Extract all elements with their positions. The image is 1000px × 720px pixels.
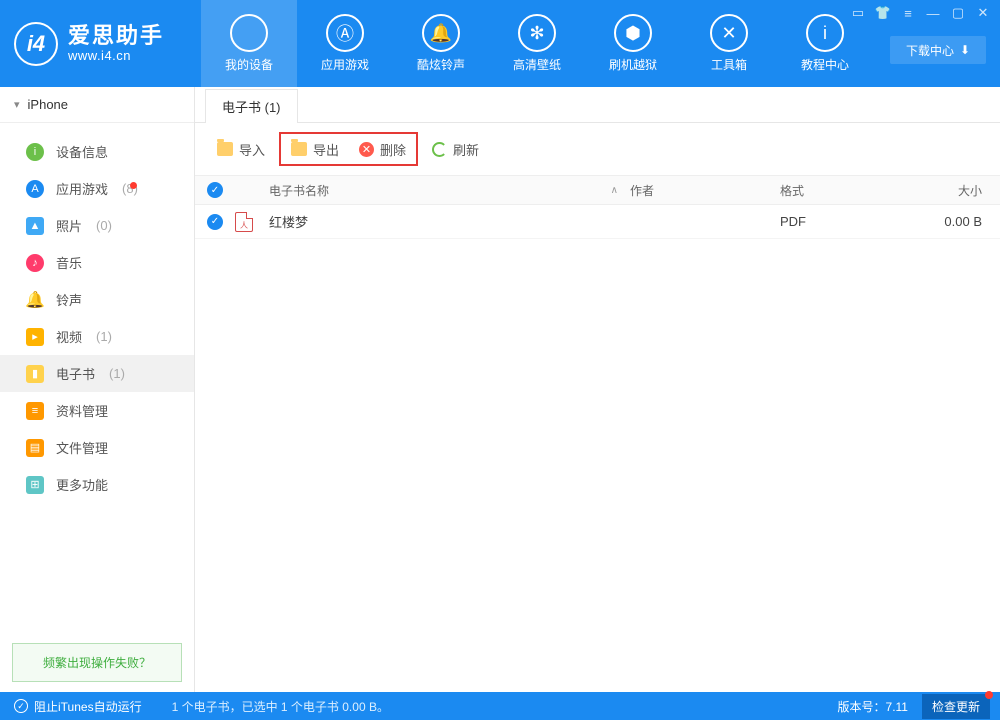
import-button[interactable]: 导入 (207, 134, 275, 164)
video-icon: ▸ (26, 328, 44, 346)
logo-area: i4 爱思助手 www.i4.cn (0, 0, 195, 87)
info-icon: i (26, 143, 44, 161)
app-header: i4 爱思助手 www.i4.cn 我的设备 Ⓐ应用游戏 🔔酷炫铃声 ✻高清壁纸… (0, 0, 1000, 87)
sidebar-list: i设备信息 A应用游戏(8) ▲照片(0) ♪音乐 🔔铃声 ▸视频(1) ▮电子… (0, 123, 194, 633)
cell-size: 0.00 B (910, 214, 1000, 229)
selection-status: 1 个电子书，已选中 1 个电子书 0.00 B。 (172, 698, 389, 715)
data-icon: ≡ (26, 402, 44, 420)
refresh-icon (432, 142, 447, 157)
book-icon: ▮ (26, 365, 44, 383)
nav-my-device[interactable]: 我的设备 (201, 0, 297, 87)
window-controls: ▭ 👕 ≡ — ▢ ✕ (847, 4, 994, 22)
table-header: ✓ 电子书名称∧ 作者 格式 大小 (195, 175, 1000, 205)
download-icon: ⬇ (960, 43, 970, 57)
nav-wallpapers[interactable]: ✻高清壁纸 (489, 0, 585, 87)
file-icon: ▤ (26, 439, 44, 457)
photo-icon: ▲ (26, 217, 44, 235)
sidebar-item-more[interactable]: ⊞更多功能 (0, 466, 194, 503)
pdf-icon: 人 (235, 212, 253, 232)
help-link[interactable]: 频繁出现操作失败？ (12, 643, 182, 682)
status-bar: ✓ 阻止iTunes自动运行 1 个电子书，已选中 1 个电子书 0.00 B。… (0, 692, 1000, 720)
close-button[interactable]: ✕ (972, 4, 994, 22)
logo-icon: i4 (14, 22, 58, 66)
export-button[interactable]: 导出 (281, 134, 349, 164)
delete-icon: ✕ (359, 142, 374, 157)
app-icon: A (26, 180, 44, 198)
sidebar-item-files[interactable]: ▤文件管理 (0, 429, 194, 466)
col-size[interactable]: 大小 (910, 182, 1000, 199)
update-badge-icon (985, 691, 993, 699)
version-label: 版本号：7.11 (838, 698, 908, 715)
tab-ebooks[interactable]: 电子书 (1) (205, 89, 298, 123)
sidebar-item-ebooks[interactable]: ▮电子书(1) (0, 355, 194, 392)
sidebar-item-photos[interactable]: ▲照片(0) (0, 207, 194, 244)
bell-icon: 🔔 (422, 14, 460, 52)
delete-button[interactable]: ✕删除 (349, 134, 416, 164)
row-checkbox[interactable]: ✓ (207, 214, 223, 230)
table-row[interactable]: ✓ 人 红楼梦 PDF 0.00 B (195, 205, 1000, 239)
flower-icon: ✻ (518, 14, 556, 52)
select-all-checkbox[interactable]: ✓ (207, 182, 223, 198)
download-center-button[interactable]: 下载中心⬇ (890, 36, 986, 64)
grid-icon: ⊞ (26, 476, 44, 494)
nav-toolbox[interactable]: ✕工具箱 (681, 0, 777, 87)
app-name: 爱思助手 (68, 24, 164, 48)
maximize-button[interactable]: ▢ (947, 4, 969, 22)
apple-icon (230, 14, 268, 52)
folder-out-icon (291, 142, 307, 156)
sidebar: ▾ iPhone i设备信息 A应用游戏(8) ▲照片(0) ♪音乐 🔔铃声 ▸… (0, 87, 195, 692)
sort-asc-icon: ∧ (611, 185, 618, 196)
nav-ringtones[interactable]: 🔔酷炫铃声 (393, 0, 489, 87)
cell-name: 红楼梦 (265, 212, 630, 231)
main-panel: 电子书 (1) 导入 导出 ✕删除 刷新 ✓ 电子书名称∧ 作者 格式 大小 ✓… (195, 87, 1000, 692)
info-icon: i (806, 14, 844, 52)
box-icon: ⬢ (614, 14, 652, 52)
tools-icon: ✕ (710, 14, 748, 52)
bell-icon: 🔔 (26, 291, 44, 309)
minimize-button[interactable]: — (922, 4, 944, 22)
device-name: iPhone (28, 97, 68, 112)
check-circle-icon: ✓ (14, 699, 28, 713)
check-update-button[interactable]: 检查更新 (922, 694, 990, 719)
col-author[interactable]: 作者 (630, 182, 780, 199)
sidebar-item-device-info[interactable]: i设备信息 (0, 133, 194, 170)
col-name[interactable]: 电子书名称∧ (265, 182, 630, 199)
feedback-icon[interactable]: ▭ (847, 4, 869, 22)
refresh-button[interactable]: 刷新 (422, 134, 489, 164)
skin-icon[interactable]: 👕 (872, 4, 894, 22)
cell-format: PDF (780, 214, 910, 229)
menu-icon[interactable]: ≡ (897, 4, 919, 22)
logo-text: 爱思助手 www.i4.cn (68, 24, 164, 63)
folder-in-icon (217, 142, 233, 156)
sidebar-item-videos[interactable]: ▸视频(1) (0, 318, 194, 355)
sidebar-item-ringtones[interactable]: 🔔铃声 (0, 281, 194, 318)
appstore-icon: Ⓐ (326, 14, 364, 52)
device-selector[interactable]: ▾ iPhone (0, 87, 194, 123)
toolbar: 导入 导出 ✕删除 刷新 (195, 123, 1000, 175)
highlight-annotation: 导出 ✕删除 (279, 132, 418, 166)
sidebar-item-music[interactable]: ♪音乐 (0, 244, 194, 281)
chevron-down-icon: ▾ (14, 98, 20, 111)
badge-dot-icon (130, 182, 137, 189)
col-format[interactable]: 格式 (780, 182, 910, 199)
tab-bar: 电子书 (1) (195, 87, 1000, 123)
sidebar-item-apps[interactable]: A应用游戏(8) (0, 170, 194, 207)
nav-flash[interactable]: ⬢刷机越狱 (585, 0, 681, 87)
music-icon: ♪ (26, 254, 44, 272)
nav-apps[interactable]: Ⓐ应用游戏 (297, 0, 393, 87)
sidebar-item-data[interactable]: ≡资料管理 (0, 392, 194, 429)
app-url: www.i4.cn (68, 48, 164, 63)
block-itunes-toggle[interactable]: ✓ 阻止iTunes自动运行 (14, 698, 142, 715)
